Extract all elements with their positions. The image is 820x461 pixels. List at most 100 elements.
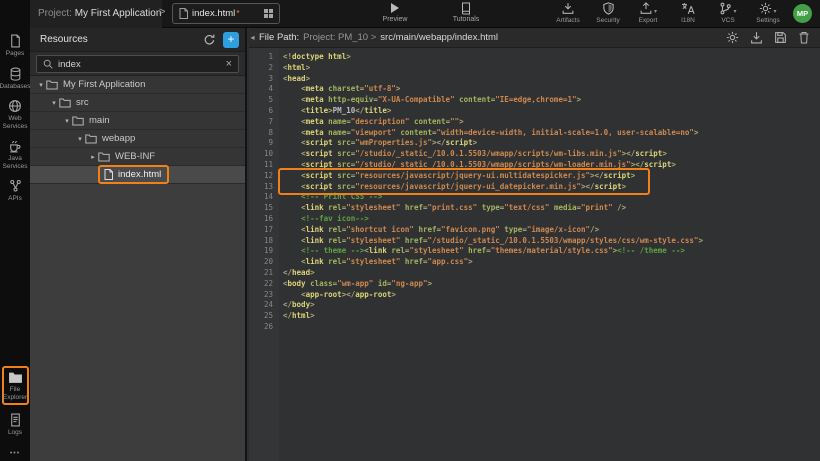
refresh-icon[interactable] — [203, 33, 216, 46]
sidebar-item-pages[interactable]: Pages — [0, 34, 30, 58]
top-bar: Project: My First Application > index.ht… — [0, 0, 820, 28]
code-line-2[interactable]: 2<html> — [249, 63, 820, 74]
code-line-10[interactable]: 10 <script src="/studio/_static_/10.0.1.… — [249, 149, 820, 160]
add-resource-button[interactable]: + — [223, 32, 239, 48]
code-line-19[interactable]: 19 <!-- theme --><link rel="stylesheet" … — [249, 246, 820, 257]
tree-item-main[interactable]: ▾main — [30, 112, 245, 130]
folder-icon — [72, 116, 84, 126]
code-line-15[interactable]: 15 <link rel="stylesheet" href="print.cs… — [249, 203, 820, 214]
tree-item-src[interactable]: ▾src — [30, 94, 245, 112]
file-explorer-folder-icon — [8, 371, 23, 384]
search-input[interactable]: index × — [36, 55, 239, 73]
tab-index-html[interactable]: index.html * — [172, 3, 280, 24]
export-upload-icon: ▾ — [639, 2, 657, 15]
file-path-label: File Path: — [259, 32, 299, 43]
caret-expanded-icon: ▾ — [36, 81, 46, 89]
tree-item-index-html[interactable]: index.html — [30, 166, 245, 184]
collapse-panel-icon[interactable]: ◂ — [247, 31, 258, 44]
sidebar-item-java-services[interactable]: Java Services — [0, 139, 30, 170]
code-line-11[interactable]: 11 <script src="/studio/_static_/10.0.1.… — [249, 160, 820, 171]
play-icon — [391, 3, 399, 13]
sidebar-item-file-explorer[interactable]: File Explorer — [0, 366, 30, 405]
resources-panel: Resources + index × ▾My First Applicatio… — [30, 28, 247, 461]
caret-expanded-icon: ▾ — [75, 135, 85, 143]
file-path-bar: File Path: Project: PM_10 > src/main/web… — [249, 28, 820, 48]
tree-item-my-first-application[interactable]: ▾My First Application — [30, 76, 245, 94]
code-line-24[interactable]: 24</body> — [249, 300, 820, 311]
code-line-6[interactable]: 6 <title>PM_10</title> — [249, 106, 820, 117]
code-line-5[interactable]: 5 <meta http-equiv="X-UA-Compatible" con… — [249, 95, 820, 106]
delete-trash-icon[interactable] — [798, 31, 810, 44]
tutorials-book-icon — [460, 2, 472, 15]
vcs-branch-icon: ▾ — [719, 2, 736, 15]
code-line-1[interactable]: 1<!doctype html> — [249, 52, 820, 63]
web-services-globe-icon — [8, 99, 22, 113]
code-line-4[interactable]: 4 <meta charset="utf-8"> — [249, 84, 820, 95]
topbar-tool-settings[interactable]: ▾Settings — [754, 2, 782, 26]
tab-file-name: index.html — [192, 8, 235, 19]
apis-icon — [9, 179, 22, 193]
save-file-icon[interactable] — [774, 31, 787, 44]
code-line-8[interactable]: 8 <meta name="viewport" content="width=d… — [249, 128, 820, 139]
code-line-20[interactable]: 20 <link rel="stylesheet" href="app.css"… — [249, 257, 820, 268]
topbar-tool-artifacts[interactable]: Artifacts — [554, 2, 582, 26]
code-line-16[interactable]: 16 <!--fav icon--> — [249, 214, 820, 225]
code-line-25[interactable]: 25</html> — [249, 311, 820, 322]
tree-item-webapp[interactable]: ▾webapp — [30, 130, 245, 148]
folder-icon — [59, 98, 71, 108]
code-line-14[interactable]: 14 <!-- Print CSS --> — [249, 192, 820, 203]
layout-grid-icon[interactable] — [264, 9, 273, 18]
code-line-12[interactable]: 12 <script src="resources/javascript/jqu… — [249, 171, 820, 182]
file-icon — [179, 8, 188, 19]
editor-settings-gear-icon[interactable] — [726, 31, 739, 44]
caret-collapsed-icon: ▸ — [88, 153, 98, 161]
project-breadcrumb: Project: My First Application — [38, 8, 161, 19]
folder-icon — [85, 134, 97, 144]
caret-expanded-icon: ▾ — [49, 99, 59, 107]
file-tree: ▾My First Application▾src▾main▾webapp▸WE… — [30, 76, 245, 184]
tree-item-web-inf[interactable]: ▸WEB-INF — [30, 148, 245, 166]
breadcrumb-chevron-icon: > — [159, 6, 165, 18]
download-file-icon[interactable] — [750, 31, 763, 44]
code-line-23[interactable]: 23 <app-root></app-root> — [249, 290, 820, 301]
artifacts-download-icon — [561, 2, 575, 15]
topbar-tool-security[interactable]: Security — [594, 2, 622, 26]
code-line-18[interactable]: 18 <link rel="stylesheet" href="/studio/… — [249, 236, 820, 247]
sidebar-overflow-button[interactable]: ••• — [0, 450, 30, 457]
chevron-down-icon: ▾ — [773, 8, 776, 15]
code-line-26[interactable]: 26 — [249, 322, 820, 333]
code-line-3[interactable]: 3<head> — [249, 74, 820, 85]
topbar-tool-vcs[interactable]: ▾VCS — [714, 2, 742, 26]
code-line-17[interactable]: 17 <link rel="shortcut icon" href="favic… — [249, 225, 820, 236]
search-value: index — [58, 59, 221, 70]
pages-icon — [9, 34, 22, 48]
file-path-project: Project: PM_10 > — [303, 32, 376, 43]
code-line-7[interactable]: 7 <meta name="description" content=""> — [249, 117, 820, 128]
code-line-13[interactable]: 13 <script src="resources/javascript/jqu… — [249, 182, 820, 193]
i18n-language-icon — [681, 2, 696, 15]
code-line-21[interactable]: 21</head> — [249, 268, 820, 279]
logs-icon — [9, 413, 22, 427]
preview-button[interactable]: Preview — [372, 2, 418, 23]
sidebar-item-web-services[interactable]: Web Services — [0, 99, 30, 130]
sidebar-item-apis[interactable]: APIs — [0, 179, 30, 203]
user-avatar[interactable]: MP — [793, 4, 812, 23]
resources-search-row: index × — [30, 52, 245, 76]
project-name: My First Application — [75, 8, 162, 19]
java-services-cup-icon — [8, 139, 22, 153]
topbar-tool-export[interactable]: ▾Export — [634, 2, 662, 26]
clear-search-icon[interactable]: × — [226, 59, 232, 69]
security-shield-icon — [602, 2, 615, 15]
code-line-9[interactable]: 9 <script src="wmProperties.js"></script… — [249, 138, 820, 149]
sidebar-item-logs[interactable]: Logs — [0, 413, 30, 437]
file-icon — [104, 169, 113, 180]
chevron-down-icon: ▾ — [654, 8, 657, 15]
code-line-22[interactable]: 22<body class="wm-app" id="ng-app"> — [249, 279, 820, 290]
caret-expanded-icon: ▾ — [62, 117, 72, 125]
sidebar-item-databases[interactable]: Databases — [0, 67, 30, 91]
chevron-down-icon: ▾ — [733, 8, 736, 15]
tutorials-button[interactable]: Tutorials — [443, 2, 489, 23]
search-icon — [43, 59, 53, 69]
code-editor[interactable]: 1<!doctype html>2<html>3<head>4 <meta ch… — [249, 48, 820, 461]
topbar-tool-i18n[interactable]: I18N — [674, 2, 702, 26]
